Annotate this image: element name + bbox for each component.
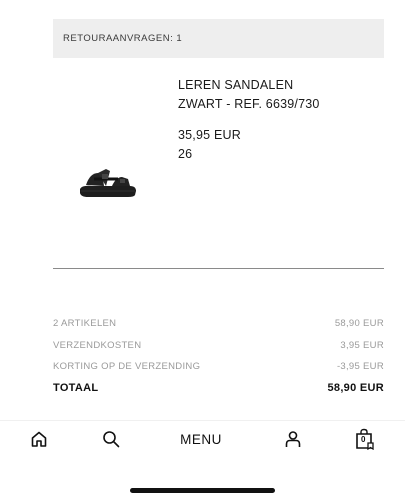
summary-row-shipping: VERZENDKOSTEN 3,95 EUR [53, 335, 384, 357]
summary-value: 58,90 EUR [334, 318, 384, 330]
summary-row-articles: 2 ARTIKELEN 58,90 EUR [53, 313, 384, 335]
nav-separator [0, 420, 405, 421]
product-info: LEREN SANDALEN ZWART - REF. 6639/730 35,… [178, 76, 378, 164]
total-value: 58,90 EUR [327, 382, 384, 395]
product-price: 35,95 EUR [178, 128, 241, 142]
menu-label: MENU [180, 431, 222, 447]
home-icon [31, 431, 47, 447]
order-detail-page: RETOURAANVRAGEN: 1 LEREN SANDALEN ZWART … [0, 0, 405, 500]
summary-value: 3,95 EUR [340, 339, 384, 351]
bottom-navigation: MENU 0 [0, 424, 405, 454]
cart-button[interactable]: 0 [354, 426, 376, 452]
sandal-icon [80, 169, 136, 197]
account-button[interactable] [282, 426, 304, 452]
summary-label: KORTING OP DE VERZENDING [53, 361, 201, 373]
summary-row-total: TOTAAL 58,90 EUR [53, 378, 384, 400]
returns-banner[interactable]: RETOURAANVRAGEN: 1 [53, 19, 384, 58]
search-icon [103, 431, 120, 448]
product-image[interactable] [72, 155, 144, 207]
order-summary: 2 ARTIKELEN 58,90 EUR VERZENDKOSTEN 3,95… [53, 313, 384, 399]
product-reference: ZWART - REF. 6639/730 [178, 97, 320, 111]
summary-row-shipping-discount: KORTING OP DE VERZENDING -3,95 EUR [53, 356, 384, 378]
home-indicator[interactable] [130, 488, 275, 493]
product-name: LEREN SANDALEN [178, 78, 294, 92]
summary-label: VERZENDKOSTEN [53, 339, 142, 351]
product-size: 26 [178, 147, 193, 161]
cart-count: 0 [361, 435, 366, 444]
divider [53, 268, 384, 269]
summary-value: -3,95 EUR [336, 361, 384, 373]
total-label: TOTAAL [53, 382, 99, 395]
returns-banner-text: RETOURAANVRAGEN: 1 [63, 33, 183, 44]
summary-label: 2 ARTIKELEN [53, 318, 117, 330]
user-icon [285, 431, 301, 447]
home-button[interactable] [28, 426, 50, 452]
menu-button[interactable]: MENU [176, 426, 226, 452]
search-button[interactable] [100, 426, 122, 452]
